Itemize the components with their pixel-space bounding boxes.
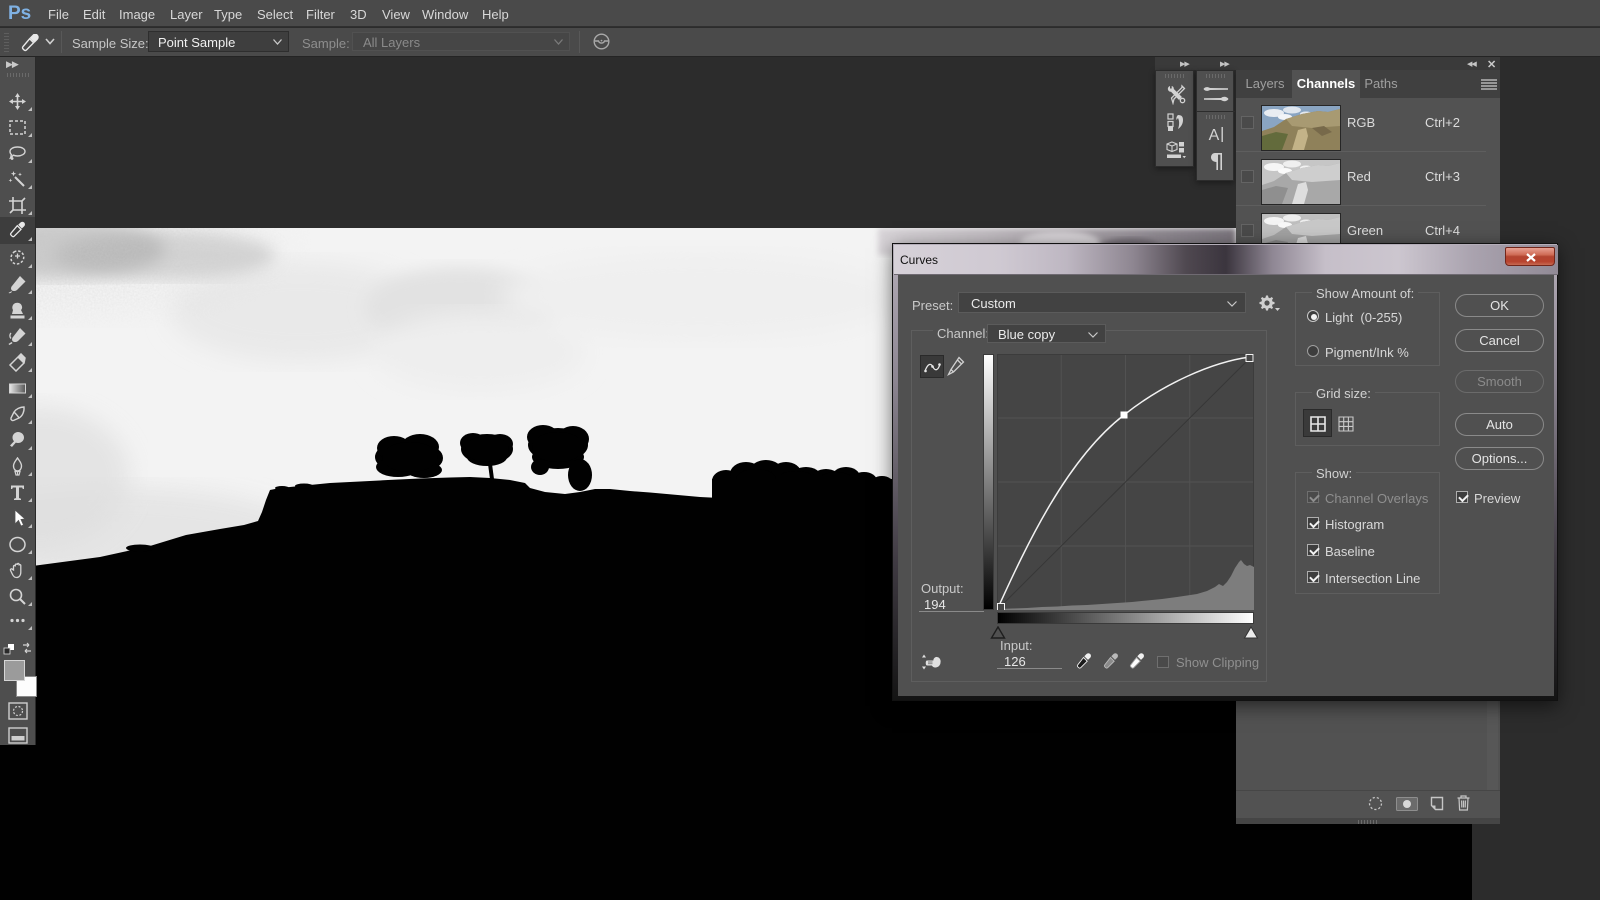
svg-text:A: A bbox=[1209, 127, 1220, 143]
